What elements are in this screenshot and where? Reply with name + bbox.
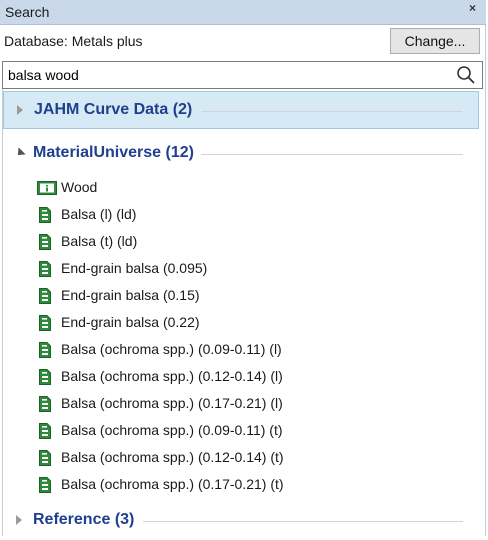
results-tree: JAHM Curve Data (2) MaterialUniverse (12…: [2, 89, 483, 536]
expand-arrow-icon[interactable]: [17, 105, 23, 115]
list-item-label: Balsa (ochroma spp.) (0.17-0.21) (l): [61, 395, 283, 411]
divider: [143, 521, 463, 522]
list-item-label: Balsa (ochroma spp.) (0.17-0.21) (t): [61, 476, 284, 492]
group-jahm-curve-data[interactable]: JAHM Curve Data (2): [3, 91, 479, 129]
list-item-label: Balsa (ochroma spp.) (0.09-0.11) (t): [61, 422, 283, 438]
group-label: MaterialUniverse (12): [33, 144, 194, 161]
material-record-icon: [39, 450, 51, 466]
tree-item-label: Wood: [61, 179, 98, 195]
list-item-label: Balsa (l) (ld): [61, 206, 137, 222]
database-row: Database: Metals plus Change...: [0, 24, 486, 58]
material-record-icon: [39, 234, 51, 250]
database-label: Database: Metals plus: [4, 33, 143, 49]
list-item-label: End-grain balsa (0.22): [61, 314, 200, 330]
collapse-arrow-icon[interactable]: [14, 147, 26, 159]
divider: [201, 154, 463, 155]
expand-arrow-icon[interactable]: [16, 515, 22, 525]
material-record-icon: [39, 288, 51, 304]
close-icon[interactable]: ×: [469, 1, 476, 15]
material-record-icon: [39, 261, 51, 277]
group-materialuniverse[interactable]: MaterialUniverse (12): [3, 135, 479, 173]
material-record-icon: [39, 315, 51, 331]
material-record-icon: [39, 342, 51, 358]
list-item-label: Balsa (t) (ld): [61, 233, 138, 249]
list-item-label: End-grain balsa (0.15): [61, 287, 200, 303]
material-record-icon: [39, 396, 51, 412]
list-item-label: Balsa (ochroma spp.) (0.09-0.11) (l): [61, 341, 282, 357]
list-item-label: Balsa (ochroma spp.) (0.12-0.14) (t): [61, 449, 284, 465]
folder-info-icon: [37, 181, 57, 195]
material-record-icon: [39, 369, 51, 385]
search-input-value[interactable]: balsa wood: [8, 67, 79, 83]
material-record-icon: [39, 423, 51, 439]
panel-titlebar: Search ×: [0, 0, 486, 25]
search-input[interactable]: balsa wood: [2, 61, 483, 89]
list-item-label: End-grain balsa (0.095): [61, 260, 208, 276]
divider: [202, 111, 462, 112]
group-reference[interactable]: Reference (3): [3, 502, 479, 540]
search-panel: Search × Database: Metals plus Change...…: [0, 0, 486, 536]
change-database-button[interactable]: Change...: [390, 28, 480, 54]
material-record-icon: [39, 477, 51, 493]
group-label: JAHM Curve Data (2): [34, 101, 193, 118]
search-icon[interactable]: [456, 65, 476, 85]
material-record-icon: [39, 207, 51, 223]
list-item-label: Balsa (ochroma spp.) (0.12-0.14) (l): [61, 368, 283, 384]
panel-title: Search: [5, 4, 50, 20]
group-label: Reference (3): [33, 511, 135, 528]
